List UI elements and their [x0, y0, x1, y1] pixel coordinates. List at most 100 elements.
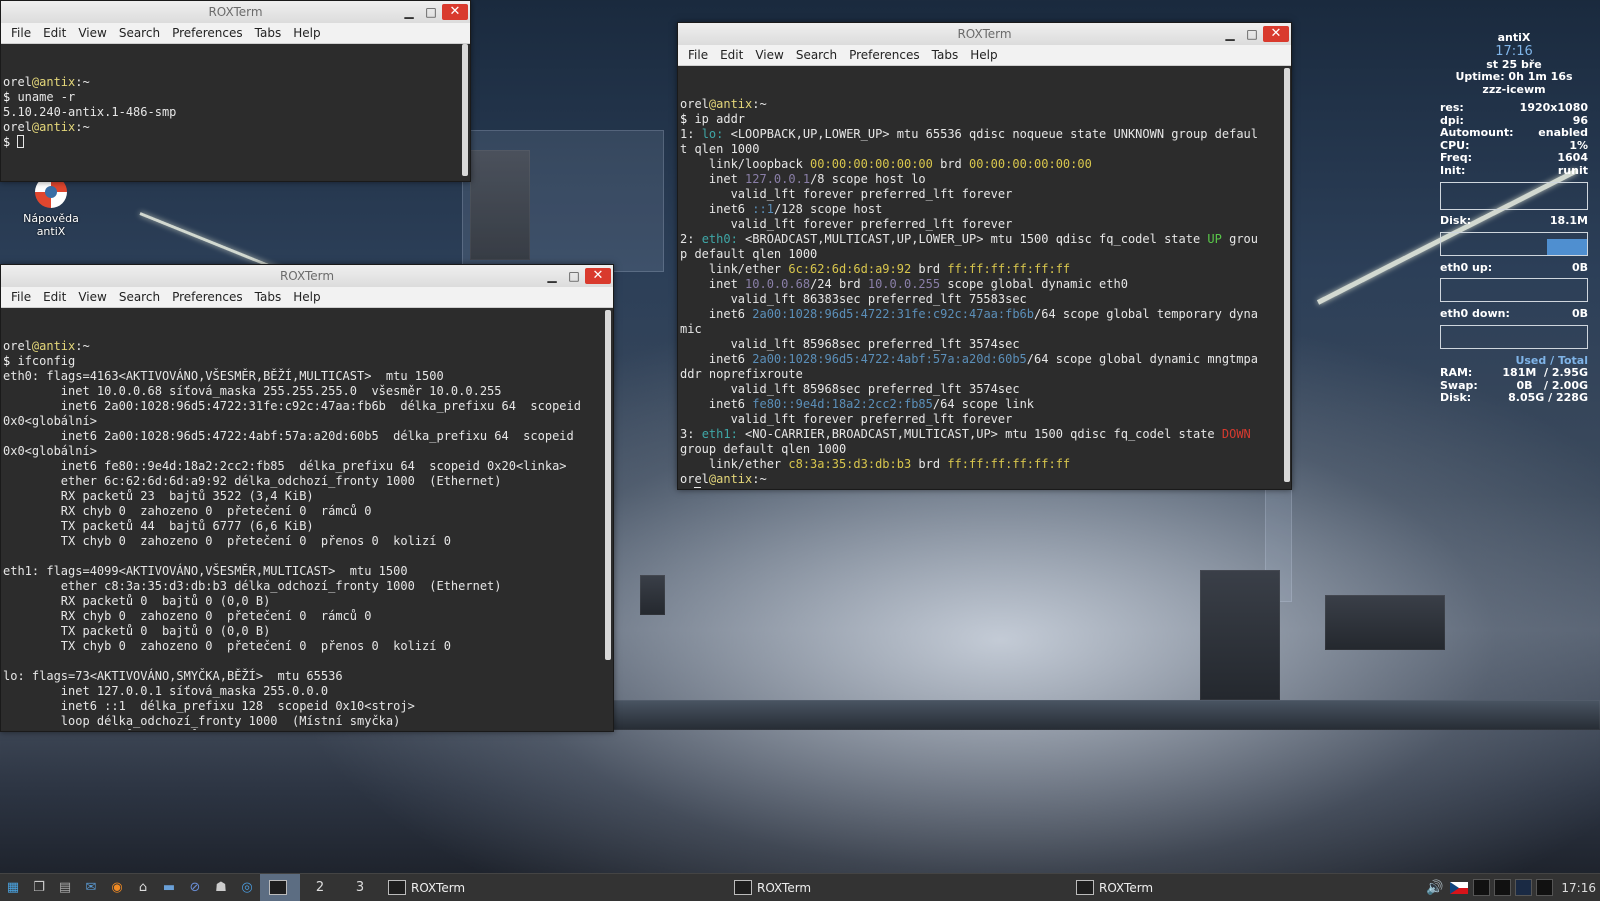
terminal-window-ip-addr[interactable]: ROXTerm ▁ □ ✕ File Edit View Search Preferen…	[677, 22, 1292, 490]
terminal-line: RX chyb 0 zahozeno 0 přetečení 0 rámců 0	[3, 504, 611, 519]
terminal-text: 2a00:1028:96d5:4722:4abf:57a:a20d:60b5	[752, 352, 1027, 366]
menu-tabs[interactable]: Tabs	[249, 287, 288, 307]
tray-apm-icon[interactable]	[1536, 879, 1554, 896]
terminal-line: inet6 fe80::9e4d:18a2:2cc2:fb85/64 scope…	[680, 397, 1289, 412]
terminal-text: RX packetů 0 bajtů 0 (0,0 B)	[3, 594, 271, 608]
terminal-text: 3:	[680, 427, 702, 441]
mail-icon[interactable]: ✉	[81, 878, 101, 898]
terminal-line: eth1: flags=4099<AKTIVOVÁNO,VŠESMĚR,MULT…	[3, 564, 611, 579]
trash-icon[interactable]: ⌂	[133, 878, 153, 898]
volume-icon[interactable]: 🔊	[1426, 880, 1443, 896]
window-titlebar[interactable]: ROXTerm ▁ □ ✕	[1, 1, 470, 23]
maximize-icon[interactable]: □	[420, 3, 442, 21]
close-icon[interactable]: ✕	[442, 4, 468, 20]
show-windows-icon[interactable]: ❐	[29, 878, 49, 898]
menu-file[interactable]: File	[682, 45, 714, 65]
menu-file[interactable]: File	[5, 287, 37, 307]
menu-help[interactable]: Help	[287, 23, 326, 43]
scrollbar[interactable]	[462, 44, 468, 176]
menu-preferences[interactable]: Preferences	[843, 45, 926, 65]
terminal-text: ip addr	[694, 112, 746, 126]
folder-icon[interactable]: ▬	[159, 878, 179, 898]
terminal-window-uname[interactable]: ROXTerm ▁ □ ✕ File Edit View Search Preferen…	[0, 0, 471, 182]
terminal-icon	[1076, 880, 1094, 895]
scrollbar[interactable]	[1284, 68, 1290, 482]
terminal-output[interactable]: orel@antix:~ $ uname -r 5.10.240-antix.1-4…	[1, 44, 470, 180]
menu-edit[interactable]: Edit	[37, 287, 72, 307]
terminal-line: inet6 ::1 délka_prefixu 128 scopeid 0x10…	[3, 699, 611, 714]
terminal-text: $	[680, 112, 695, 126]
eth0-down-value: 0B	[1571, 307, 1588, 320]
menu-search[interactable]: Search	[113, 23, 166, 43]
terminal-line: TX packetů 44 bajtů 6777 (6,6 KiB)	[3, 519, 611, 534]
firefox-icon[interactable]: ◉	[107, 878, 127, 898]
task-roxterm-1[interactable]: ROXTerm	[380, 874, 726, 901]
minimize-icon[interactable]: ▁	[398, 3, 420, 21]
terminal-line: $ ip addr	[680, 112, 1289, 127]
menu-preferences[interactable]: Preferences	[166, 23, 249, 43]
workspace-2[interactable]: 2	[300, 880, 340, 895]
taskbar-clock[interactable]: 17:16	[1561, 881, 1596, 895]
menu-file[interactable]: File	[5, 23, 37, 43]
tray-memory-monitor-icon[interactable]	[1494, 879, 1512, 896]
terminal-text: orel	[3, 75, 32, 89]
terminal-text: TX chyb 0 zahozeno 0 přetečení 0 přenos …	[3, 534, 451, 548]
keyboard-layout-flag-icon[interactable]	[1450, 881, 1469, 894]
menu-tabs[interactable]: Tabs	[249, 23, 288, 43]
task-roxterm-2[interactable]: ROXTerm	[726, 874, 1068, 901]
terminal-text: inet	[680, 172, 746, 186]
close-icon[interactable]: ✕	[1263, 26, 1289, 42]
terminal-cursor	[17, 135, 25, 148]
terminal-line: inet 127.0.0.1 síťová_maska 255.0.0.0	[3, 684, 611, 699]
terminal-line: TX chyb 0 zahozeno 0 přetečení 0 přenos …	[3, 639, 611, 654]
task-roxterm-3[interactable]: ROXTerm	[1068, 874, 1284, 901]
terminal-text: /64 scope global temporary dyna	[1034, 307, 1258, 321]
terminal-text: $	[3, 90, 18, 104]
menu-view[interactable]: View	[72, 23, 112, 43]
tray-net-monitor-icon[interactable]	[1515, 879, 1533, 896]
terminal-text: 127.0.0.1	[745, 172, 811, 186]
menu-preferences[interactable]: Preferences	[166, 287, 249, 307]
user-icon[interactable]: ☗	[211, 878, 231, 898]
window-titlebar[interactable]: ROXTerm ▁ □ ✕	[678, 23, 1291, 45]
menu-view[interactable]: View	[749, 45, 789, 65]
terminal-text: @antix	[31, 339, 76, 353]
conky-value: 1920x1080	[1519, 101, 1588, 114]
menu-edit[interactable]: Edit	[37, 23, 72, 43]
menu-help[interactable]: Help	[964, 45, 1003, 65]
terminal-line: valid_lft 85968sec preferred_lft 3574sec	[680, 382, 1289, 397]
terminal-output[interactable]: orel@antix:~ $ ifconfig eth0: flags=4163<A…	[1, 308, 613, 730]
terminal-text: RX chyb 0 zahozeno 0 přetečení 0 rámců 0	[3, 609, 372, 623]
maximize-icon[interactable]: □	[563, 267, 585, 285]
network-icon[interactable]: ◎	[237, 878, 257, 898]
terminal-line: valid_lft forever preferred_lft forever	[680, 187, 1289, 202]
terminal-text: mic	[680, 322, 702, 336]
grid-icon[interactable]: ▤	[55, 878, 75, 898]
scrollbar[interactable]	[605, 310, 611, 660]
terminal-output[interactable]: orel@antix:~ $ ip addr 1: lo: <LOOPBACK,UP…	[678, 66, 1291, 488]
desktop-icon-help[interactable]: Nápověda antiX	[8, 176, 94, 238]
start-menu-icon[interactable]: ▦	[3, 878, 23, 898]
terminal-line: $	[680, 487, 1289, 488]
terminal-text: 2:	[680, 232, 702, 246]
terminal-text: DOWN	[1221, 427, 1251, 441]
no-entry-icon[interactable]: ⊘	[185, 878, 205, 898]
window-titlebar[interactable]: ROXTerm ▁ □ ✕	[1, 265, 613, 287]
menu-edit[interactable]: Edit	[714, 45, 749, 65]
tray-cpu-monitor-icon[interactable]	[1473, 879, 1491, 896]
workspace-1[interactable]	[260, 874, 300, 901]
minimize-icon[interactable]: ▁	[1219, 25, 1241, 43]
menu-tabs[interactable]: Tabs	[926, 45, 965, 65]
close-icon[interactable]: ✕	[585, 268, 611, 284]
menu-search[interactable]: Search	[113, 287, 166, 307]
workspace-3[interactable]: 3	[340, 880, 380, 895]
menu-view[interactable]: View	[72, 287, 112, 307]
menu-search[interactable]: Search	[790, 45, 843, 65]
terminal-window-ifconfig[interactable]: ROXTerm ▁ □ ✕ File Edit View Search Preferen…	[0, 264, 614, 732]
menu-help[interactable]: Help	[287, 287, 326, 307]
terminal-text: p default qlen 1000	[680, 247, 818, 261]
terminal-text: :~	[75, 120, 90, 134]
maximize-icon[interactable]: □	[1241, 25, 1263, 43]
minimize-icon[interactable]: ▁	[541, 267, 563, 285]
